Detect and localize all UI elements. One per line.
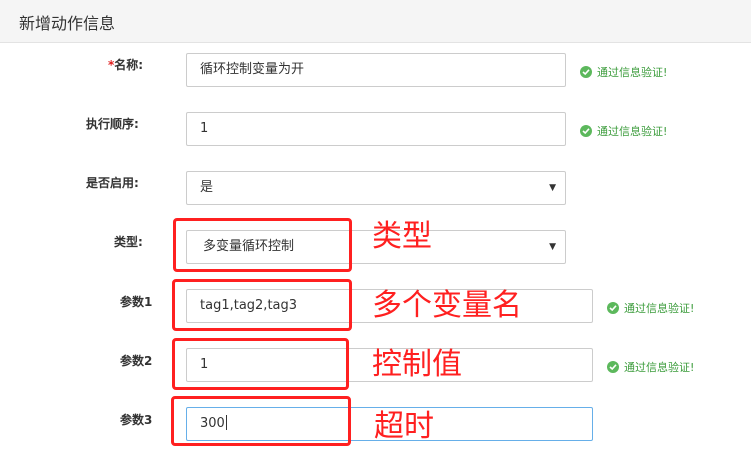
- enabled-select-value: 是: [200, 180, 214, 195]
- name-validation-text: 通过信息验证!: [597, 66, 668, 79]
- param2-label-text: 参数2: [120, 354, 153, 368]
- name-validation: 通过信息验证!: [580, 64, 667, 80]
- dialog-header: 新增动作信息: [0, 0, 751, 43]
- order-label-text: 执行顺序:: [86, 117, 139, 131]
- param1-validation-text: 通过信息验证!: [624, 302, 695, 315]
- param1-highlight-box: [172, 279, 352, 331]
- name-label-text: 名称:: [114, 58, 144, 72]
- param3-label: 参数3: [120, 411, 152, 428]
- param1-annotation: 多个变量名: [372, 288, 522, 323]
- param2-validation-text: 通过信息验证!: [624, 361, 695, 374]
- type-label-text: 类型:: [114, 235, 143, 249]
- order-input-value: 1: [200, 121, 209, 136]
- param2-highlight-box: [172, 338, 349, 390]
- order-input[interactable]: 1: [186, 112, 566, 146]
- param2-label: 参数2: [120, 352, 152, 369]
- param1-label: 参数1: [120, 293, 152, 310]
- name-label: *名称:: [108, 56, 143, 73]
- enabled-label-text: 是否启用:: [86, 176, 139, 190]
- type-highlight-box: [173, 218, 352, 272]
- check-circle-icon: [580, 125, 592, 137]
- check-circle-icon: [580, 66, 592, 78]
- dialog-title: 新增动作信息: [19, 14, 116, 33]
- param3-highlight-box: [171, 396, 351, 446]
- type-annotation: 类型: [372, 219, 432, 254]
- order-label: 执行顺序:: [86, 115, 139, 132]
- type-label: 类型:: [114, 233, 143, 250]
- param2-annotation: 控制值: [372, 347, 462, 382]
- name-input-value: 循环控制变量为开: [200, 62, 305, 77]
- check-circle-icon: [607, 302, 619, 314]
- param3-annotation: 超时: [374, 409, 434, 444]
- caret-down-icon: ▼: [549, 242, 556, 252]
- enabled-select[interactable]: 是 ▼: [186, 171, 566, 205]
- enabled-label: 是否启用:: [86, 174, 139, 191]
- param2-validation: 通过信息验证!: [607, 359, 694, 375]
- check-circle-icon: [607, 361, 619, 373]
- name-input[interactable]: 循环控制变量为开: [186, 53, 566, 87]
- param3-label-text: 参数3: [120, 413, 153, 427]
- param1-validation: 通过信息验证!: [607, 300, 694, 316]
- caret-down-icon: ▼: [549, 183, 556, 193]
- order-validation: 通过信息验证!: [580, 123, 667, 139]
- order-validation-text: 通过信息验证!: [597, 125, 668, 138]
- param1-label-text: 参数1: [120, 295, 153, 309]
